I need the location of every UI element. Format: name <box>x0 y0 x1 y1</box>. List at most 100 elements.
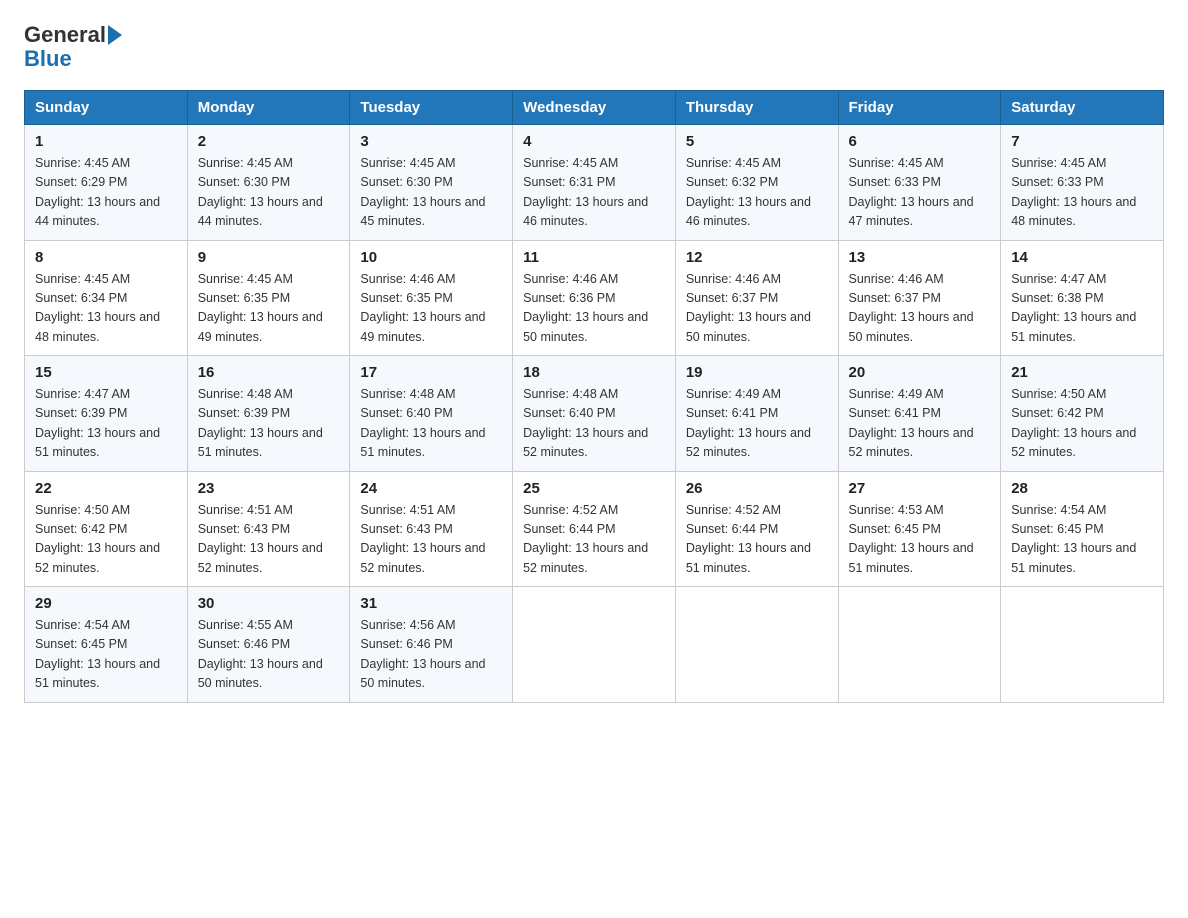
calendar-week-row: 29 Sunrise: 4:54 AMSunset: 6:45 PMDayligh… <box>25 587 1164 703</box>
calendar-week-row: 8 Sunrise: 4:45 AMSunset: 6:34 PMDaylight… <box>25 240 1164 356</box>
day-number: 12 <box>686 249 828 266</box>
day-number: 14 <box>1011 249 1153 266</box>
calendar-cell: 29 Sunrise: 4:54 AMSunset: 6:45 PMDayligh… <box>25 587 188 703</box>
calendar-cell: 17 Sunrise: 4:48 AMSunset: 6:40 PMDayligh… <box>350 356 513 472</box>
day-number: 4 <box>523 133 665 150</box>
calendar-cell <box>513 587 676 703</box>
calendar-cell: 8 Sunrise: 4:45 AMSunset: 6:34 PMDaylight… <box>25 240 188 356</box>
day-number: 15 <box>35 364 177 381</box>
day-info: Sunrise: 4:45 AMSunset: 6:34 PMDaylight:… <box>35 270 177 348</box>
day-info: Sunrise: 4:48 AMSunset: 6:40 PMDaylight:… <box>360 385 502 463</box>
calendar-week-row: 22 Sunrise: 4:50 AMSunset: 6:42 PMDayligh… <box>25 471 1164 587</box>
calendar-header-tuesday: Tuesday <box>350 91 513 125</box>
day-info: Sunrise: 4:55 AMSunset: 6:46 PMDaylight:… <box>198 616 340 694</box>
day-info: Sunrise: 4:45 AMSunset: 6:30 PMDaylight:… <box>360 154 502 232</box>
calendar-cell <box>838 587 1001 703</box>
calendar-cell: 5 Sunrise: 4:45 AMSunset: 6:32 PMDaylight… <box>675 125 838 241</box>
day-info: Sunrise: 4:56 AMSunset: 6:46 PMDaylight:… <box>360 616 502 694</box>
logo: General Blue <box>24 24 122 72</box>
day-info: Sunrise: 4:46 AMSunset: 6:36 PMDaylight:… <box>523 270 665 348</box>
day-number: 5 <box>686 133 828 150</box>
logo-blue: Blue <box>24 46 72 72</box>
calendar-table: SundayMondayTuesdayWednesdayThursdayFrid… <box>24 90 1164 703</box>
day-number: 18 <box>523 364 665 381</box>
day-info: Sunrise: 4:54 AMSunset: 6:45 PMDaylight:… <box>35 616 177 694</box>
day-info: Sunrise: 4:48 AMSunset: 6:40 PMDaylight:… <box>523 385 665 463</box>
calendar-header-friday: Friday <box>838 91 1001 125</box>
calendar-cell: 21 Sunrise: 4:50 AMSunset: 6:42 PMDayligh… <box>1001 356 1164 472</box>
day-number: 27 <box>849 480 991 497</box>
calendar-cell: 14 Sunrise: 4:47 AMSunset: 6:38 PMDayligh… <box>1001 240 1164 356</box>
day-info: Sunrise: 4:47 AMSunset: 6:38 PMDaylight:… <box>1011 270 1153 348</box>
day-info: Sunrise: 4:45 AMSunset: 6:33 PMDaylight:… <box>849 154 991 232</box>
day-number: 29 <box>35 595 177 612</box>
calendar-cell: 18 Sunrise: 4:48 AMSunset: 6:40 PMDayligh… <box>513 356 676 472</box>
day-number: 20 <box>849 364 991 381</box>
day-info: Sunrise: 4:49 AMSunset: 6:41 PMDaylight:… <box>686 385 828 463</box>
calendar-cell: 23 Sunrise: 4:51 AMSunset: 6:43 PMDayligh… <box>187 471 350 587</box>
day-number: 28 <box>1011 480 1153 497</box>
day-info: Sunrise: 4:54 AMSunset: 6:45 PMDaylight:… <box>1011 501 1153 579</box>
calendar-cell: 4 Sunrise: 4:45 AMSunset: 6:31 PMDaylight… <box>513 125 676 241</box>
day-number: 17 <box>360 364 502 381</box>
day-info: Sunrise: 4:53 AMSunset: 6:45 PMDaylight:… <box>849 501 991 579</box>
day-number: 7 <box>1011 133 1153 150</box>
day-info: Sunrise: 4:51 AMSunset: 6:43 PMDaylight:… <box>360 501 502 579</box>
day-info: Sunrise: 4:51 AMSunset: 6:43 PMDaylight:… <box>198 501 340 579</box>
calendar-cell: 28 Sunrise: 4:54 AMSunset: 6:45 PMDayligh… <box>1001 471 1164 587</box>
day-info: Sunrise: 4:45 AMSunset: 6:32 PMDaylight:… <box>686 154 828 232</box>
calendar-header-wednesday: Wednesday <box>513 91 676 125</box>
day-info: Sunrise: 4:45 AMSunset: 6:33 PMDaylight:… <box>1011 154 1153 232</box>
day-info: Sunrise: 4:46 AMSunset: 6:35 PMDaylight:… <box>360 270 502 348</box>
calendar-header-thursday: Thursday <box>675 91 838 125</box>
day-number: 11 <box>523 249 665 266</box>
day-number: 3 <box>360 133 502 150</box>
day-number: 9 <box>198 249 340 266</box>
day-info: Sunrise: 4:50 AMSunset: 6:42 PMDaylight:… <box>35 501 177 579</box>
day-info: Sunrise: 4:45 AMSunset: 6:29 PMDaylight:… <box>35 154 177 232</box>
day-number: 30 <box>198 595 340 612</box>
day-info: Sunrise: 4:45 AMSunset: 6:35 PMDaylight:… <box>198 270 340 348</box>
day-info: Sunrise: 4:46 AMSunset: 6:37 PMDaylight:… <box>849 270 991 348</box>
calendar-cell: 1 Sunrise: 4:45 AMSunset: 6:29 PMDaylight… <box>25 125 188 241</box>
day-number: 8 <box>35 249 177 266</box>
calendar-cell: 25Sunrise: 4:52 AMSunset: 6:44 PMDayligh… <box>513 471 676 587</box>
day-number: 21 <box>1011 364 1153 381</box>
day-number: 24 <box>360 480 502 497</box>
day-info: Sunrise: 4:50 AMSunset: 6:42 PMDaylight:… <box>1011 385 1153 463</box>
calendar-week-row: 1 Sunrise: 4:45 AMSunset: 6:29 PMDaylight… <box>25 125 1164 241</box>
calendar-cell <box>675 587 838 703</box>
calendar-cell: 15Sunrise: 4:47 AMSunset: 6:39 PMDayligh… <box>25 356 188 472</box>
day-number: 25 <box>523 480 665 497</box>
page-header: General Blue <box>24 24 1164 72</box>
day-number: 23 <box>198 480 340 497</box>
calendar-cell: 20 Sunrise: 4:49 AMSunset: 6:41 PMDayligh… <box>838 356 1001 472</box>
calendar-cell: 22 Sunrise: 4:50 AMSunset: 6:42 PMDayligh… <box>25 471 188 587</box>
day-number: 22 <box>35 480 177 497</box>
day-info: Sunrise: 4:45 AMSunset: 6:31 PMDaylight:… <box>523 154 665 232</box>
calendar-header-row: SundayMondayTuesdayWednesdayThursdayFrid… <box>25 91 1164 125</box>
calendar-header-monday: Monday <box>187 91 350 125</box>
calendar-header-saturday: Saturday <box>1001 91 1164 125</box>
day-number: 10 <box>360 249 502 266</box>
calendar-cell: 11 Sunrise: 4:46 AMSunset: 6:36 PMDayligh… <box>513 240 676 356</box>
calendar-cell: 24 Sunrise: 4:51 AMSunset: 6:43 PMDayligh… <box>350 471 513 587</box>
calendar-week-row: 15Sunrise: 4:47 AMSunset: 6:39 PMDayligh… <box>25 356 1164 472</box>
calendar-cell: 30 Sunrise: 4:55 AMSunset: 6:46 PMDayligh… <box>187 587 350 703</box>
day-number: 16 <box>198 364 340 381</box>
day-number: 26 <box>686 480 828 497</box>
calendar-cell: 10 Sunrise: 4:46 AMSunset: 6:35 PMDayligh… <box>350 240 513 356</box>
day-info: Sunrise: 4:48 AMSunset: 6:39 PMDaylight:… <box>198 385 340 463</box>
calendar-cell <box>1001 587 1164 703</box>
day-number: 6 <box>849 133 991 150</box>
calendar-cell: 12Sunrise: 4:46 AMSunset: 6:37 PMDayligh… <box>675 240 838 356</box>
day-info: Sunrise: 4:49 AMSunset: 6:41 PMDaylight:… <box>849 385 991 463</box>
calendar-cell: 2Sunrise: 4:45 AMSunset: 6:30 PMDaylight… <box>187 125 350 241</box>
calendar-cell: 7 Sunrise: 4:45 AMSunset: 6:33 PMDaylight… <box>1001 125 1164 241</box>
calendar-cell: 3 Sunrise: 4:45 AMSunset: 6:30 PMDaylight… <box>350 125 513 241</box>
calendar-cell: 9 Sunrise: 4:45 AMSunset: 6:35 PMDaylight… <box>187 240 350 356</box>
day-number: 1 <box>35 133 177 150</box>
logo-triangle-icon <box>108 25 122 45</box>
day-info: Sunrise: 4:52 AMSunset: 6:44 PMDaylight:… <box>686 501 828 579</box>
calendar-cell: 13Sunrise: 4:46 AMSunset: 6:37 PMDayligh… <box>838 240 1001 356</box>
